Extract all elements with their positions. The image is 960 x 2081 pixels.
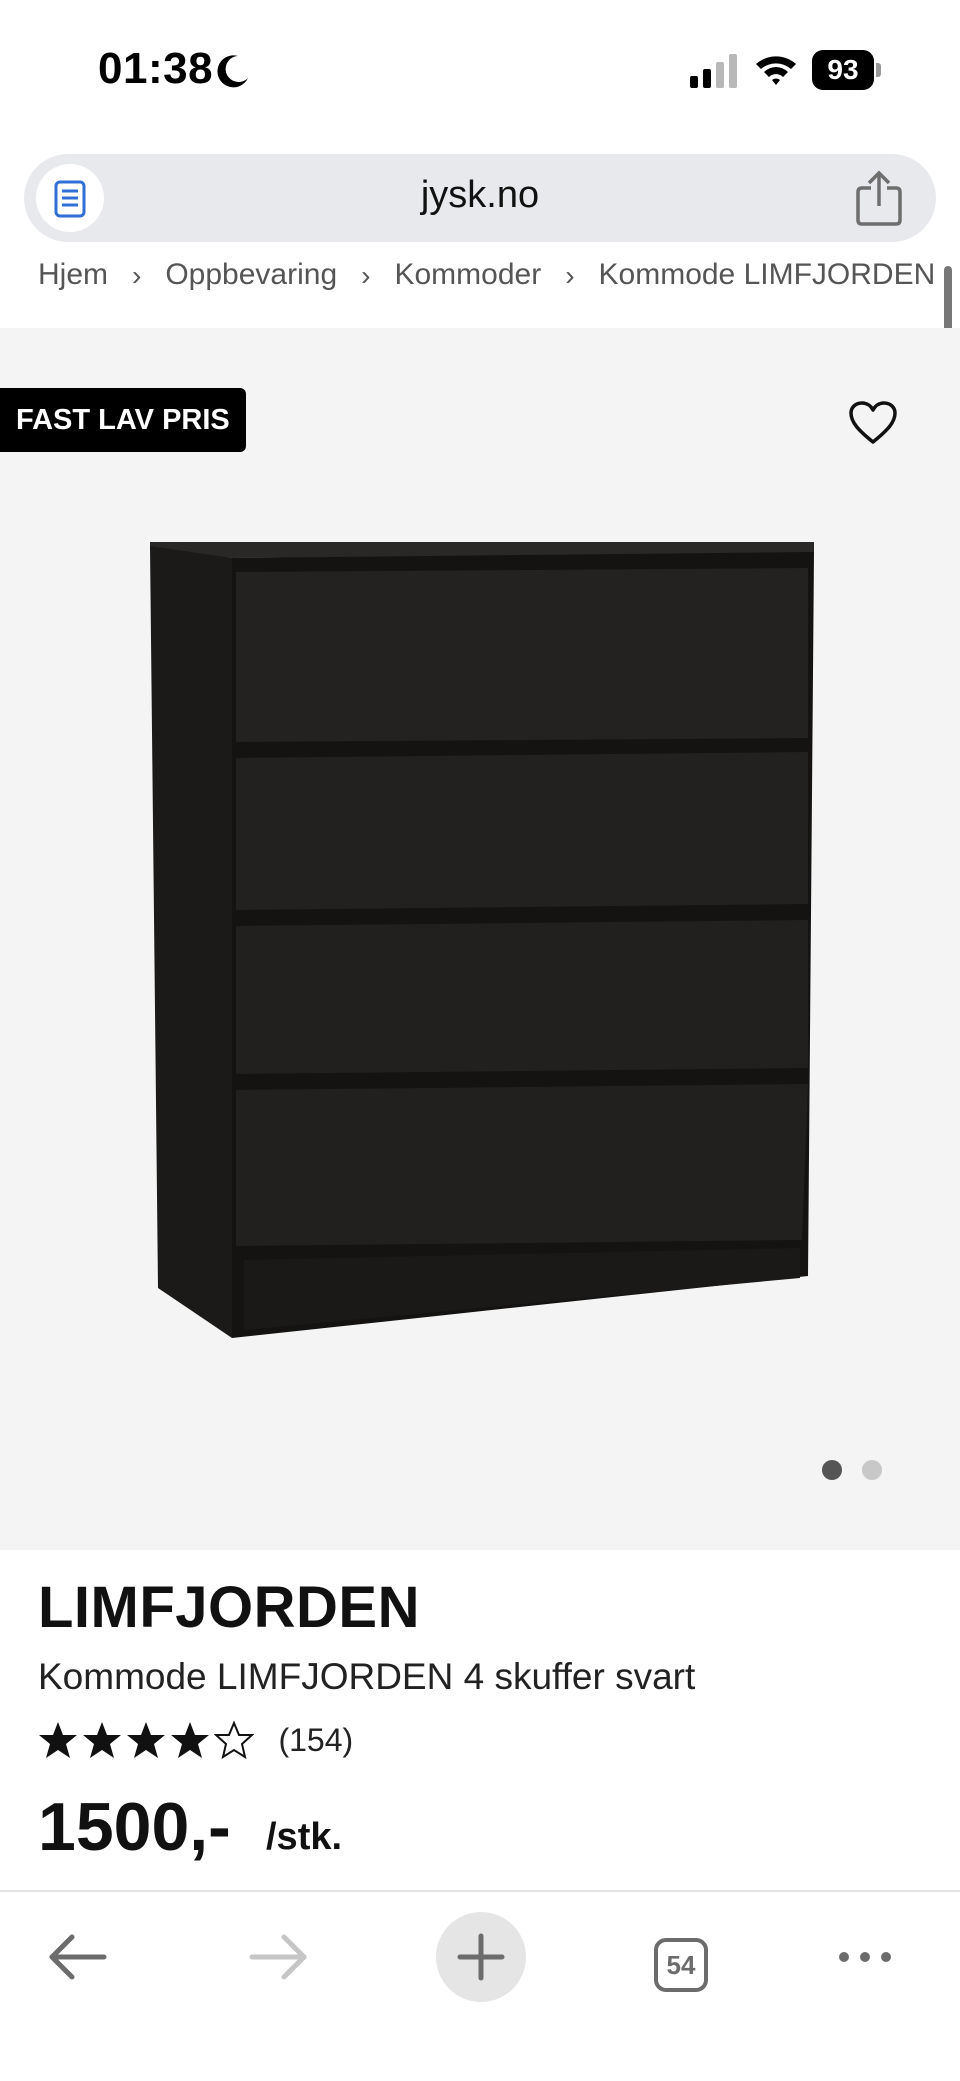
battery-icon: 93 xyxy=(812,50,882,90)
browser-toolbar: 54 xyxy=(0,1890,960,2081)
tabs-icon: 54 xyxy=(654,1938,708,1992)
share-icon[interactable] xyxy=(854,170,904,226)
star-filled-icon xyxy=(83,1722,121,1758)
price-badge: FAST LAV PRIS xyxy=(0,388,246,452)
signal-icon xyxy=(690,54,737,88)
back-button[interactable] xyxy=(32,1912,122,2002)
chevron-right-icon: › xyxy=(132,260,142,291)
rating[interactable]: (154) xyxy=(38,1720,353,1770)
star-filled-icon xyxy=(39,1722,77,1758)
breadcrumb-item-oppbevaring[interactable]: Oppbevaring xyxy=(165,258,337,292)
chevron-right-icon: › xyxy=(361,260,371,291)
url-text[interactable]: jysk.no xyxy=(24,174,936,217)
forward-icon xyxy=(249,1934,307,1980)
more-icon xyxy=(839,1952,891,1962)
address-bar[interactable]: jysk.no xyxy=(24,154,936,242)
product-price: 1500,- xyxy=(38,1789,231,1865)
gallery-pagination xyxy=(822,1460,902,1485)
chevron-right-icon: › xyxy=(565,260,575,291)
tabs-button[interactable]: 54 xyxy=(634,1912,724,2002)
star-empty-icon xyxy=(214,1720,254,1760)
breadcrumb-item-current: Kommode LIMFJORDEN xyxy=(598,258,936,291)
gallery-dot-2[interactable] xyxy=(862,1460,882,1480)
product-image xyxy=(150,542,814,1338)
more-button[interactable] xyxy=(820,1912,910,2002)
breadcrumb: Hjem › Oppbevaring › Kommoder › Kommode LIMFJO… xyxy=(0,254,960,328)
product-brand: LIMFJORDEN xyxy=(38,1575,420,1640)
back-icon xyxy=(49,1934,107,1980)
product-description: Kommode LIMFJORDEN 4 skuffer svart xyxy=(38,1656,696,1697)
star-filled-icon xyxy=(171,1722,209,1758)
forward-button[interactable] xyxy=(234,1912,324,2002)
moon-icon xyxy=(217,55,248,88)
breadcrumb-item-kommoder[interactable]: Kommoder xyxy=(394,258,541,292)
wifi-icon xyxy=(756,56,796,85)
product-gallery[interactable]: FAST LAV PRIS xyxy=(0,328,960,1550)
battery-level: 93 xyxy=(827,54,859,85)
new-tab-button[interactable] xyxy=(436,1912,526,2002)
new-tab-icon xyxy=(457,1933,505,1981)
status-bar: 01:38 93 xyxy=(0,0,960,140)
star-filled-icon xyxy=(127,1722,165,1758)
status-time: 01:38 xyxy=(98,44,214,93)
review-count[interactable]: (154) xyxy=(278,1722,353,1759)
breadcrumb-item-hjem[interactable]: Hjem xyxy=(38,258,108,292)
price-unit: /stk. xyxy=(266,1816,343,1858)
gallery-dot-1[interactable] xyxy=(822,1460,842,1480)
heart-icon[interactable] xyxy=(848,400,898,446)
product-info: LIMFJORDEN Kommode LIMFJORDEN 4 skuffer … xyxy=(0,1550,960,1890)
